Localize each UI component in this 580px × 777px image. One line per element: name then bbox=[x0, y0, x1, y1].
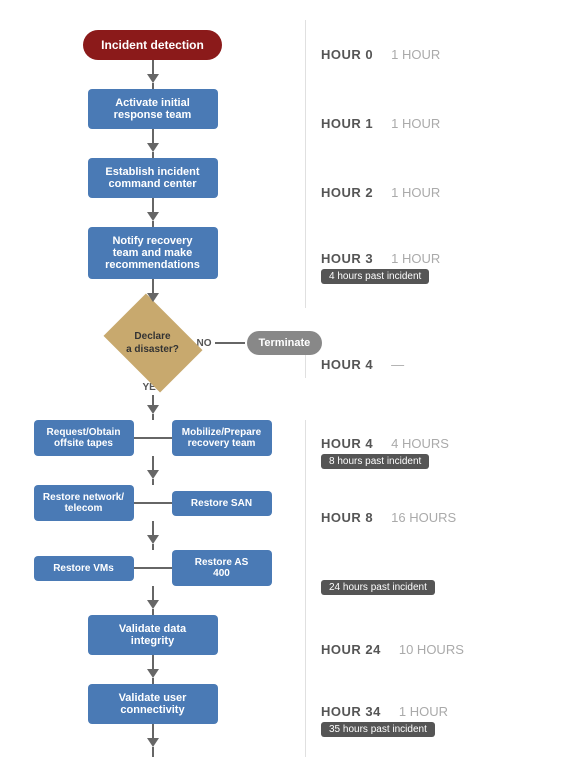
row-establish-command: Establish incident command center HOUR 2… bbox=[0, 158, 580, 227]
diag-incident-detection: Incident detection bbox=[0, 20, 305, 89]
hours-value-1: 1 HOUR bbox=[391, 116, 440, 131]
hours-value-4: — bbox=[391, 357, 404, 372]
row-activate-team: Activate initial response team HOUR 1 1 … bbox=[0, 89, 580, 158]
hours-value-9: 1 HOUR bbox=[399, 704, 448, 719]
row-parallel-2: Restore network/ telecom Restore SAN HOU… bbox=[0, 485, 580, 550]
node-request-tapes: Request/Obtain offsite tapes bbox=[34, 420, 134, 456]
hour-label-2: HOUR 2 bbox=[321, 185, 373, 200]
hour-label-0: HOUR 0 bbox=[321, 47, 373, 62]
node-restore-as400: Restore AS 400 bbox=[172, 550, 272, 586]
node-establish-command: Establish incident command center bbox=[88, 158, 218, 198]
node-validate-data: Validate data integrity bbox=[88, 615, 218, 655]
hour-label-3: HOUR 3 bbox=[321, 251, 373, 266]
node-terminate: Terminate bbox=[247, 331, 323, 355]
node-declare-disaster: Declare a disaster? bbox=[108, 308, 198, 378]
node-validate-user: Validate user connectivity bbox=[88, 684, 218, 724]
timeline-0: HOUR 0 1 HOUR bbox=[305, 20, 580, 89]
timeline-6: HOUR 8 16 HOURS bbox=[305, 485, 580, 550]
timeline-7: 24 hours past incident bbox=[305, 550, 580, 615]
node-notify-recovery: Notify recovery team and make recommenda… bbox=[88, 227, 218, 279]
hour-label-9: HOUR 34 bbox=[321, 704, 381, 719]
diag-parallel-1: Request/Obtain offsite tapes Mobilize/Pr… bbox=[0, 420, 305, 485]
hour-label-4: HOUR 4 bbox=[321, 357, 373, 372]
timeline-1: HOUR 1 1 HOUR bbox=[305, 89, 580, 158]
hours-value-6: 16 HOURS bbox=[391, 510, 456, 525]
timeline-2: HOUR 2 1 HOUR bbox=[305, 158, 580, 227]
hour-label-1: HOUR 1 bbox=[321, 116, 373, 131]
timeline-4: HOUR 4 — bbox=[305, 351, 580, 378]
diag-parallel-3: Restore VMs Restore AS 400 bbox=[0, 550, 305, 615]
node-activate-team: Activate initial response team bbox=[88, 89, 218, 129]
badge-7: 24 hours past incident bbox=[321, 580, 435, 595]
row-parallel-3: Restore VMs Restore AS 400 24 hours past… bbox=[0, 550, 580, 615]
node-incident-detection: Incident detection bbox=[83, 30, 222, 60]
badge-3: 4 hours past incident bbox=[321, 269, 429, 284]
diag-establish-command: Establish incident command center bbox=[0, 158, 305, 227]
row-incident-detection: Incident detection HOUR 0 1 HOUR bbox=[0, 20, 580, 89]
diag-declare-disaster: Declare a disaster? NO Terminate YES bbox=[0, 308, 305, 420]
diag-validate-user: Validate user connectivity bbox=[0, 684, 305, 757]
diag-activate-team: Activate initial response team bbox=[0, 89, 305, 158]
timeline-5: HOUR 4 4 HOURS 8 hours past incident bbox=[305, 420, 580, 485]
hours-value-0: 1 HOUR bbox=[391, 47, 440, 62]
page: Incident detection HOUR 0 1 HOUR Activat… bbox=[0, 0, 580, 777]
timeline-3: HOUR 3 1 HOUR 4 hours past incident bbox=[305, 227, 580, 308]
hours-value-5: 4 HOURS bbox=[391, 436, 449, 451]
row-validate-user: Validate user connectivity HOUR 34 1 HOU… bbox=[0, 684, 580, 757]
node-restore-network: Restore network/ telecom bbox=[34, 485, 134, 521]
hour-label-6: HOUR 8 bbox=[321, 510, 373, 525]
timeline-9: HOUR 34 1 HOUR 35 hours past incident bbox=[305, 684, 580, 757]
node-restore-san: Restore SAN bbox=[172, 491, 272, 516]
row-declare-disaster: Declare a disaster? NO Terminate YES HOU… bbox=[0, 308, 580, 420]
row-parallel-1: Request/Obtain offsite tapes Mobilize/Pr… bbox=[0, 420, 580, 485]
node-mobilize-team: Mobilize/Prepare recovery team bbox=[172, 420, 272, 456]
diag-notify-recovery: Notify recovery team and make recommenda… bbox=[0, 227, 305, 308]
node-restore-vms: Restore VMs bbox=[34, 556, 134, 581]
row-notify-recovery: Notify recovery team and make recommenda… bbox=[0, 227, 580, 308]
badge-5: 8 hours past incident bbox=[321, 454, 429, 469]
hour-label-5: HOUR 4 bbox=[321, 436, 373, 451]
diag-parallel-2: Restore network/ telecom Restore SAN bbox=[0, 485, 305, 550]
hours-value-2: 1 HOUR bbox=[391, 185, 440, 200]
hours-value-3: 1 HOUR bbox=[391, 251, 440, 266]
badge-9: 35 hours past incident bbox=[321, 722, 435, 737]
